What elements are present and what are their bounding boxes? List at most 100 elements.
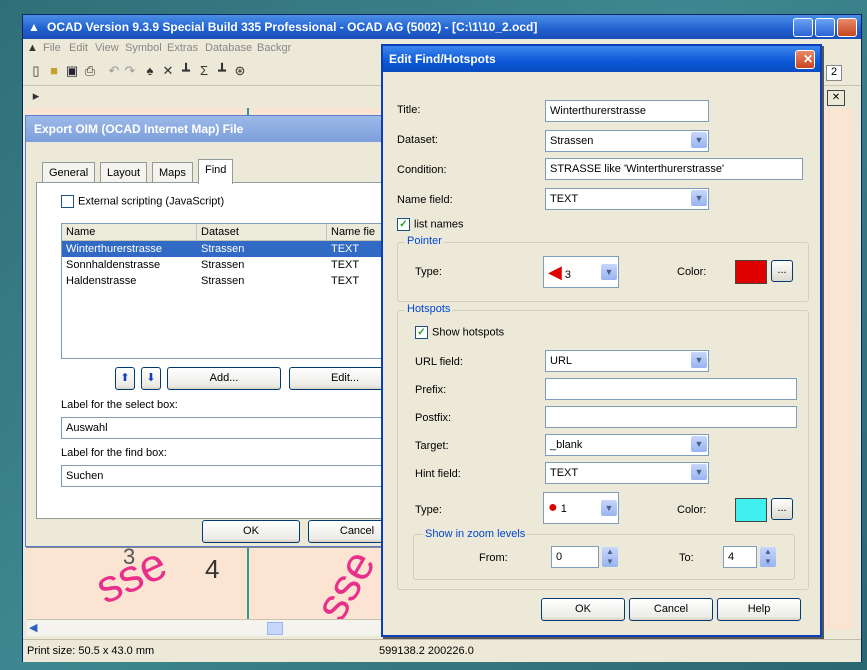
list-names-checkbox[interactable]: ✓ list names [397, 218, 464, 231]
save-icon[interactable]: ▣ [65, 64, 79, 78]
checkbox-box[interactable]: ✓ [397, 218, 410, 231]
pointer-type-select[interactable]: ◀ 3 ▼ [543, 256, 619, 288]
checkbox-box[interactable] [61, 195, 74, 208]
pointer-color-picker-button[interactable]: ... [771, 260, 793, 282]
draw-tool-icon[interactable]: ▸ [29, 89, 43, 103]
hint-field-select[interactable]: TEXT ▼ [545, 462, 709, 484]
menu-symbol[interactable]: Symbol [125, 42, 162, 54]
close-button[interactable]: ✕ [837, 18, 857, 37]
find-icon[interactable]: ♠ [143, 64, 157, 78]
menu-extras[interactable]: Extras [167, 42, 198, 54]
list-names-label: list names [414, 218, 464, 231]
postfix-input[interactable] [545, 406, 797, 428]
from-label: From: [479, 552, 508, 564]
dataset-value: Strassen [550, 135, 594, 147]
edit-ok-button[interactable]: OK [541, 598, 625, 621]
app-title: OCAD Version 9.3.9 Special Build 335 Pro… [47, 20, 538, 34]
open-folder-icon[interactable]: ■ [47, 64, 61, 78]
tab-layout[interactable]: Layout [100, 162, 148, 183]
title-input[interactable]: Winterthurerstrasse [545, 100, 709, 122]
external-scripting-checkbox[interactable]: External scripting (JavaScript) [61, 195, 224, 208]
target-label: Target: [415, 440, 449, 452]
condition-input[interactable]: STRASSE like 'Winterthurerstrasse' [545, 158, 803, 180]
checkbox-box[interactable]: ✓ [415, 326, 428, 339]
select-box-input[interactable]: Auswahl [61, 417, 393, 439]
url-field-select[interactable]: URL ▼ [545, 350, 709, 372]
spinner-arrows-icon[interactable]: ▲ ▼ [760, 547, 776, 567]
from-spinner[interactable]: 0 ▲ ▼ [551, 546, 618, 568]
tab-general[interactable]: General [42, 162, 96, 183]
export-oim-dialog: Export OIM (OCAD Internet Map) File Gene… [25, 115, 409, 547]
menu-view[interactable]: View [95, 42, 119, 54]
export-ok-button[interactable]: OK [202, 520, 300, 543]
status-coordinates: 599138.2 200226.0 [379, 645, 474, 657]
panel-close-icon[interactable]: ✕ [827, 90, 845, 106]
minimize-button[interactable]: _ [793, 18, 825, 37]
dataset-select[interactable]: Strassen ▼ [545, 130, 709, 152]
redo-icon[interactable]: ↷ [123, 64, 137, 78]
tab-maps[interactable]: Maps [152, 162, 193, 183]
edit-help-button[interactable]: Help [717, 598, 801, 621]
prefix-input[interactable] [545, 378, 797, 400]
menu-database[interactable]: Database [205, 42, 252, 54]
tool-b-icon[interactable]: Σ [197, 64, 211, 78]
horizontal-scrollbar[interactable]: ◀ [27, 619, 384, 636]
row-field: TEXT [331, 243, 360, 255]
to-value: 4 [728, 551, 735, 563]
pointer-color-swatch[interactable] [735, 260, 767, 284]
chevron-down-icon[interactable]: ▼ [601, 264, 617, 280]
map-number-label: 4 [205, 554, 220, 584]
arrow-up-icon: ⬆ [120, 372, 130, 384]
move-up-button[interactable]: ⬆ [115, 367, 135, 390]
target-select[interactable]: _blank ▼ [545, 434, 709, 456]
pointer-type-value: 3 [564, 269, 572, 281]
find-box-input[interactable]: Suchen [61, 465, 393, 487]
table-row[interactable]: Sonnhaldenstrasse Strassen TEXT [62, 257, 397, 273]
chevron-down-icon[interactable]: ▼ [601, 500, 617, 516]
delete-icon[interactable]: ✕ [161, 64, 175, 78]
chevron-down-icon[interactable]: ▼ [691, 436, 707, 452]
table-row[interactable]: Winterthurerstrasse Strassen TEXT [62, 241, 397, 257]
pointer-color-label: Color: [677, 266, 707, 278]
column-header-dataset[interactable]: Dataset [197, 224, 327, 241]
tool-c-icon[interactable]: ┻ [215, 64, 229, 78]
maximize-button[interactable]: □ [815, 18, 847, 37]
spinner-arrows-icon[interactable]: ▲ ▼ [602, 547, 618, 567]
scroll-left-icon[interactable]: ◀ [29, 621, 37, 634]
export-dialog-title: Export OIM (OCAD Internet Map) File [26, 116, 408, 142]
add-button[interactable]: Add... [167, 367, 281, 390]
hotspot-color-swatch[interactable] [735, 498, 767, 522]
menu-background[interactable]: Backgr [257, 42, 291, 54]
hotspot-type-label: Type: [415, 504, 442, 516]
undo-icon[interactable]: ↶ [107, 64, 121, 78]
chevron-down-icon[interactable]: ▼ [691, 132, 707, 148]
menu-edit[interactable]: Edit [69, 42, 88, 54]
show-hotspots-checkbox[interactable]: ✓ Show hotspots [415, 326, 504, 339]
find-items-table[interactable]: Name Dataset Name fie Winterthurerstrass… [61, 223, 398, 359]
row-dataset: Strassen [201, 275, 245, 287]
table-row[interactable]: Haldenstrasse Strassen TEXT [62, 273, 397, 289]
tool-d-icon[interactable]: ⊛ [233, 64, 247, 78]
dialog-close-button[interactable]: ✕ [795, 50, 815, 69]
namefield-select[interactable]: TEXT ▼ [545, 188, 709, 210]
hotspot-type-select[interactable]: ● 1 ▼ [543, 492, 619, 524]
hotspot-color-label: Color: [677, 504, 707, 516]
scroll-thumb[interactable] [267, 622, 283, 635]
chevron-down-icon[interactable]: ▼ [691, 190, 707, 206]
menu-file[interactable]: File [43, 42, 61, 54]
hotspot-color-picker-button[interactable]: ... [771, 498, 793, 520]
tab-find[interactable]: Find [198, 159, 234, 184]
move-down-button[interactable]: ⬇ [141, 367, 161, 390]
print-icon[interactable]: ⎙ [83, 64, 97, 78]
find-box-label: Label for the find box: [61, 447, 167, 459]
tool-a-icon[interactable]: ┻ [179, 64, 193, 78]
new-file-icon[interactable]: ▯ [29, 64, 43, 78]
from-value: 0 [556, 551, 563, 563]
prefix-label: Prefix: [415, 384, 447, 396]
chevron-down-icon[interactable]: ▼ [691, 352, 707, 368]
column-header-name[interactable]: Name [62, 224, 197, 241]
edit-cancel-button[interactable]: Cancel [629, 598, 713, 621]
right-number-box[interactable]: 2 [826, 65, 842, 81]
to-spinner[interactable]: 4 ▲ ▼ [723, 546, 776, 568]
chevron-down-icon[interactable]: ▼ [691, 464, 707, 480]
